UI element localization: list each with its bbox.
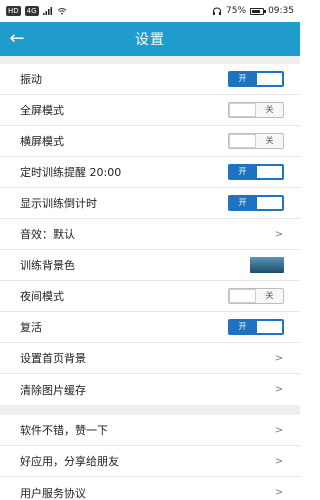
settings2-row[interactable]: 软件不错，赞一下 > — [0, 415, 300, 446]
toggle-switch[interactable]: 开 — [228, 71, 284, 87]
toggle-state-label: 关 — [265, 291, 274, 300]
network-type-badge: HD — [6, 6, 21, 16]
toggle-state-label: 开 — [229, 196, 256, 210]
settings2-row[interactable]: 用户服务协议 > — [0, 477, 300, 500]
battery-percentage: 75% — [226, 6, 247, 16]
wifi-icon — [57, 7, 67, 15]
status-time: 09:35 — [268, 6, 294, 16]
toggle-switch[interactable]: 关 — [228, 133, 284, 149]
settings-label: 夜间模式 — [20, 290, 64, 303]
settings-row[interactable]: 振动 开 — [0, 64, 300, 95]
toggle-state-label: 关 — [265, 105, 274, 114]
toggle-state-label: 开 — [229, 72, 256, 86]
settings-row[interactable]: 音效：默认 > — [0, 219, 300, 250]
toggle-knob — [229, 289, 257, 303]
color-swatch[interactable] — [250, 257, 284, 273]
settings-row[interactable]: 全屏模式 关 — [0, 95, 300, 126]
settings-list: 振动开全屏模式关横屏模式关定时训练提醒 20:00 开显示训练倒计时开音效：默认 >… — [0, 64, 300, 405]
settings-label: 显示训练倒计时 — [20, 197, 97, 210]
settings-row[interactable]: 训练背景色 — [0, 250, 300, 281]
settings-row[interactable]: 清除图片缓存 > — [0, 374, 300, 405]
back-arrow-icon: ← — [9, 28, 25, 49]
toggle-knob — [255, 72, 283, 86]
toggle-switch[interactable]: 开 — [228, 164, 284, 180]
headphones-icon — [212, 7, 222, 15]
settings-row[interactable]: 夜间模式 关 — [0, 281, 300, 312]
settings-label: 振动 — [20, 73, 42, 86]
settings-row[interactable]: 显示训练倒计时 开 — [0, 188, 300, 219]
status-right: 75% 09:35 — [212, 6, 294, 16]
chevron-right-icon: > — [274, 455, 284, 467]
battery-fill — [252, 9, 260, 13]
chevron-right-icon: > — [274, 384, 284, 395]
toggle-state-label: 开 — [229, 165, 256, 179]
settings-list-secondary: 软件不错，赞一下 > 好应用，分享给朋友 > 用户服务协议 > — [0, 415, 300, 500]
toggle-switch[interactable]: 关 — [228, 288, 284, 304]
toggle-switch[interactable]: 开 — [228, 319, 284, 335]
settings-row[interactable]: 复活 开 — [0, 312, 300, 343]
toggle-state-label: 关 — [265, 136, 274, 145]
toggle-switch[interactable]: 关 — [228, 102, 284, 118]
network-generation-badge: 4G — [24, 6, 39, 16]
signal-icon — [42, 7, 53, 15]
settings-label: 音效：默认 — [20, 228, 75, 241]
top-app-bar: ← 设置 — [0, 22, 300, 56]
chevron-right-icon: > — [274, 228, 284, 240]
toggle-knob — [229, 134, 257, 148]
status-left: HD 4G — [6, 6, 67, 16]
settings-label: 复活 — [20, 321, 42, 334]
chevron-right-icon: > — [274, 352, 284, 364]
toggle-knob — [255, 320, 283, 334]
settings-label: 定时训练提醒 20:00 — [20, 166, 122, 179]
back-button[interactable]: ← — [0, 22, 34, 56]
settings-row[interactable]: 设置首页背景 > — [0, 343, 300, 374]
settings-label: 横屏模式 — [20, 135, 64, 148]
settings-label: 训练背景色 — [20, 259, 75, 272]
toggle-state-label: 开 — [229, 320, 256, 334]
settings2-label: 软件不错，赞一下 — [20, 424, 108, 437]
settings-label: 清除图片缓存 — [20, 383, 86, 397]
toggle-knob — [255, 165, 283, 179]
toggle-knob — [229, 103, 257, 117]
settings-row[interactable]: 定时训练提醒 20:00 开 — [0, 157, 300, 188]
screen: HD 4G 75% 09:35 ← 设置 振动 开 全屏模式 关 横屏模式 关 … — [0, 0, 300, 500]
toggle-knob — [255, 196, 283, 210]
settings2-row[interactable]: 好应用，分享给朋友 > — [0, 446, 300, 477]
chevron-right-icon: > — [274, 487, 284, 498]
settings-label: 全屏模式 — [20, 104, 64, 117]
settings2-label: 好应用，分享给朋友 — [20, 455, 119, 468]
settings-label: 设置首页背景 — [20, 352, 86, 365]
settings2-label: 用户服务协议 — [20, 486, 86, 500]
settings-row[interactable]: 横屏模式 关 — [0, 126, 300, 157]
toggle-switch[interactable]: 开 — [228, 195, 284, 211]
page-title: 设置 — [135, 32, 165, 48]
section-divider — [0, 405, 300, 415]
chevron-right-icon: > — [274, 424, 284, 436]
battery-icon — [250, 7, 267, 15]
status-bar: HD 4G 75% 09:35 — [0, 0, 300, 22]
